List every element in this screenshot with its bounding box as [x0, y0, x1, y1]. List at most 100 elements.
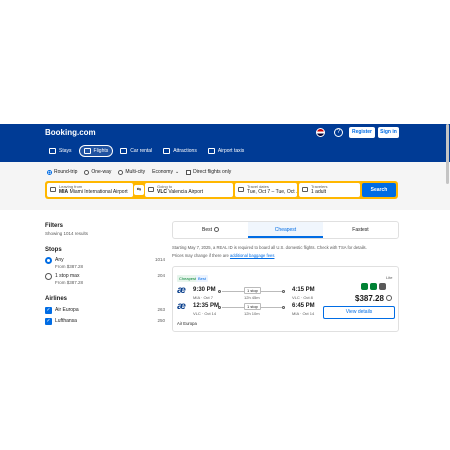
nav-flights-label: Flights — [93, 148, 109, 154]
dates-field[interactable]: Travel dates Tue, Oct 7 – Tue, Oct ... — [235, 183, 297, 197]
from-name: Miami International Airport — [69, 189, 128, 195]
airline-count: 263 — [157, 307, 165, 312]
airline-filter-air-europa[interactable]: ✓ Air Europa 263 — [45, 307, 165, 315]
baggage-icons — [361, 283, 386, 290]
airline-count: 250 — [157, 318, 165, 323]
nav-car-rental-label: Car rental — [130, 148, 153, 154]
search-button[interactable]: Search — [362, 183, 396, 197]
trip-multi-city-label: Multi-city — [125, 169, 146, 175]
trip-one-way[interactable]: One-way — [84, 169, 111, 175]
trip-round-trip[interactable]: Round-trip — [47, 169, 77, 175]
tab-cheapest-label: Cheapest — [274, 227, 297, 233]
tab-best[interactable]: Best — [173, 222, 248, 238]
results-count: Showing 1014 results — [45, 231, 89, 236]
nav-flights[interactable]: Flights — [78, 145, 114, 157]
price-info-icon[interactable] — [386, 295, 392, 301]
tab-best-label: Best — [201, 227, 212, 233]
stop-option-any[interactable]: Any 1014 From $387.28 — [45, 257, 165, 269]
trip-one-way-label: One-way — [91, 169, 112, 175]
register-button[interactable]: Register — [349, 127, 375, 138]
airline-filter-lufthansa[interactable]: ✓ Lufthansa 250 — [45, 318, 165, 326]
from-field[interactable]: Leaving from MIA Miami International Air… — [47, 183, 133, 197]
outbound-arrive-time: 4:15 PM — [292, 287, 315, 293]
air-europa-logo-icon: æ — [177, 301, 186, 312]
real-id-notice: Starting May 7, 2025, a REAL ID is requi… — [172, 245, 367, 250]
view-details-button[interactable]: View details — [323, 306, 395, 319]
plane-takeoff-icon — [50, 187, 56, 192]
checked-bag-icon — [379, 283, 386, 290]
direct-flights-toggle[interactable]: Direct flights only — [186, 169, 231, 175]
outbound-depart-sub: MIA · Oct 7 — [193, 295, 214, 300]
stop-count: 1014 — [154, 257, 165, 262]
main-nav: Stays Flights Car rental Attractions Air… — [45, 145, 248, 157]
plane-icon — [83, 148, 91, 154]
travelers-field[interactable]: Travelers 1 adult — [299, 183, 360, 197]
return-arrive-sub: MIA · Oct 14 — [292, 311, 315, 316]
nav-car-rental[interactable]: Car rental — [116, 145, 156, 157]
tab-fastest[interactable]: Fastest — [323, 222, 398, 238]
trip-multi-city[interactable]: Multi-city — [118, 169, 145, 175]
nav-attractions-label: Attractions — [173, 148, 197, 154]
cabin-class-select[interactable]: Economy ⌄ — [152, 169, 179, 175]
baggage-notice-text: Prices may change if there are — [172, 253, 229, 258]
attractions-icon — [163, 148, 171, 154]
page: Booking.com ? Register Sign in Stays Fli… — [0, 0, 450, 450]
nav-airport-taxis-label: Airport taxis — [217, 148, 245, 154]
trip-options: Round-trip One-way Multi-city Economy ⌄ … — [47, 169, 231, 175]
tab-fastest-label: Fastest — [352, 227, 369, 233]
outbound-depart-time: 9:30 PM — [193, 287, 216, 293]
from-code: MIA — [59, 189, 69, 195]
cabin-class-value: Economy — [152, 169, 173, 175]
calendar-icon — [238, 187, 244, 192]
outbound-stops: 1 stop — [244, 287, 261, 294]
nav-stays[interactable]: Stays — [45, 145, 76, 157]
destination-dot-icon — [282, 290, 285, 293]
help-icon[interactable]: ? — [334, 128, 343, 137]
personal-item-icon — [361, 283, 368, 290]
tab-cheapest[interactable]: Cheapest — [248, 222, 323, 238]
stop-from-price: From $387.28 — [55, 280, 84, 285]
nav-airport-taxis[interactable]: Airport taxis — [204, 145, 248, 157]
direct-flights-label: Direct flights only — [193, 169, 232, 175]
scrollbar[interactable] — [446, 124, 449, 184]
to-code: VLC — [157, 189, 167, 195]
flight-price: $387.28 — [355, 294, 384, 303]
air-europa-logo-icon: æ — [177, 285, 186, 296]
return-duration: 12h 10m — [244, 311, 260, 316]
return-depart-time: 12:35 PM — [193, 303, 220, 309]
from-value: MIA Miami International Airport — [59, 189, 133, 195]
to-field[interactable]: Going to VLC Valencia Airport — [145, 183, 233, 197]
checkbox-checked-icon: ✓ — [45, 318, 52, 325]
chevron-down-icon: ⌄ — [174, 169, 180, 175]
nav-stays-label: Stays — [59, 148, 72, 154]
outbound-arrive-sub: VLC · Oct 8 — [292, 295, 313, 300]
person-icon — [302, 187, 308, 192]
badge-cheapest: Cheapest — [177, 275, 199, 282]
badge-best: Best — [196, 275, 209, 282]
nav-attractions[interactable]: Attractions — [159, 145, 201, 157]
checkbox-checked-icon: ✓ — [45, 307, 52, 314]
flag-icon[interactable] — [316, 128, 325, 137]
radio-icon — [84, 169, 90, 175]
sign-in-button[interactable]: Sign in — [378, 127, 399, 138]
booking-logo[interactable]: Booking.com — [45, 128, 96, 137]
stops-title: Stops — [45, 247, 62, 253]
origin-dot-icon — [218, 306, 221, 309]
to-name: Valencia Airport — [168, 189, 204, 195]
trip-round-trip-label: Round-trip — [54, 169, 78, 175]
radio-selected-icon — [45, 257, 52, 264]
radio-selected-icon — [47, 169, 52, 175]
checkbox-icon — [186, 169, 192, 175]
filters-title: Filters — [45, 223, 64, 229]
airlines-title: Airlines — [45, 296, 68, 302]
plane-landing-icon — [148, 187, 154, 192]
info-icon[interactable] — [214, 227, 219, 233]
swap-button[interactable]: ⇆ — [134, 185, 144, 195]
stop-option-1-stop[interactable]: 1 stop max 204 From $387.28 — [45, 273, 165, 285]
car-icon — [120, 148, 128, 154]
travelers-value: 1 adult — [311, 189, 327, 195]
fare-type: Lite — [386, 275, 393, 280]
radio-icon — [118, 169, 124, 175]
baggage-fees-link[interactable]: additional baggage fees — [230, 253, 274, 258]
outbound-duration: 12h 45m — [244, 295, 260, 300]
